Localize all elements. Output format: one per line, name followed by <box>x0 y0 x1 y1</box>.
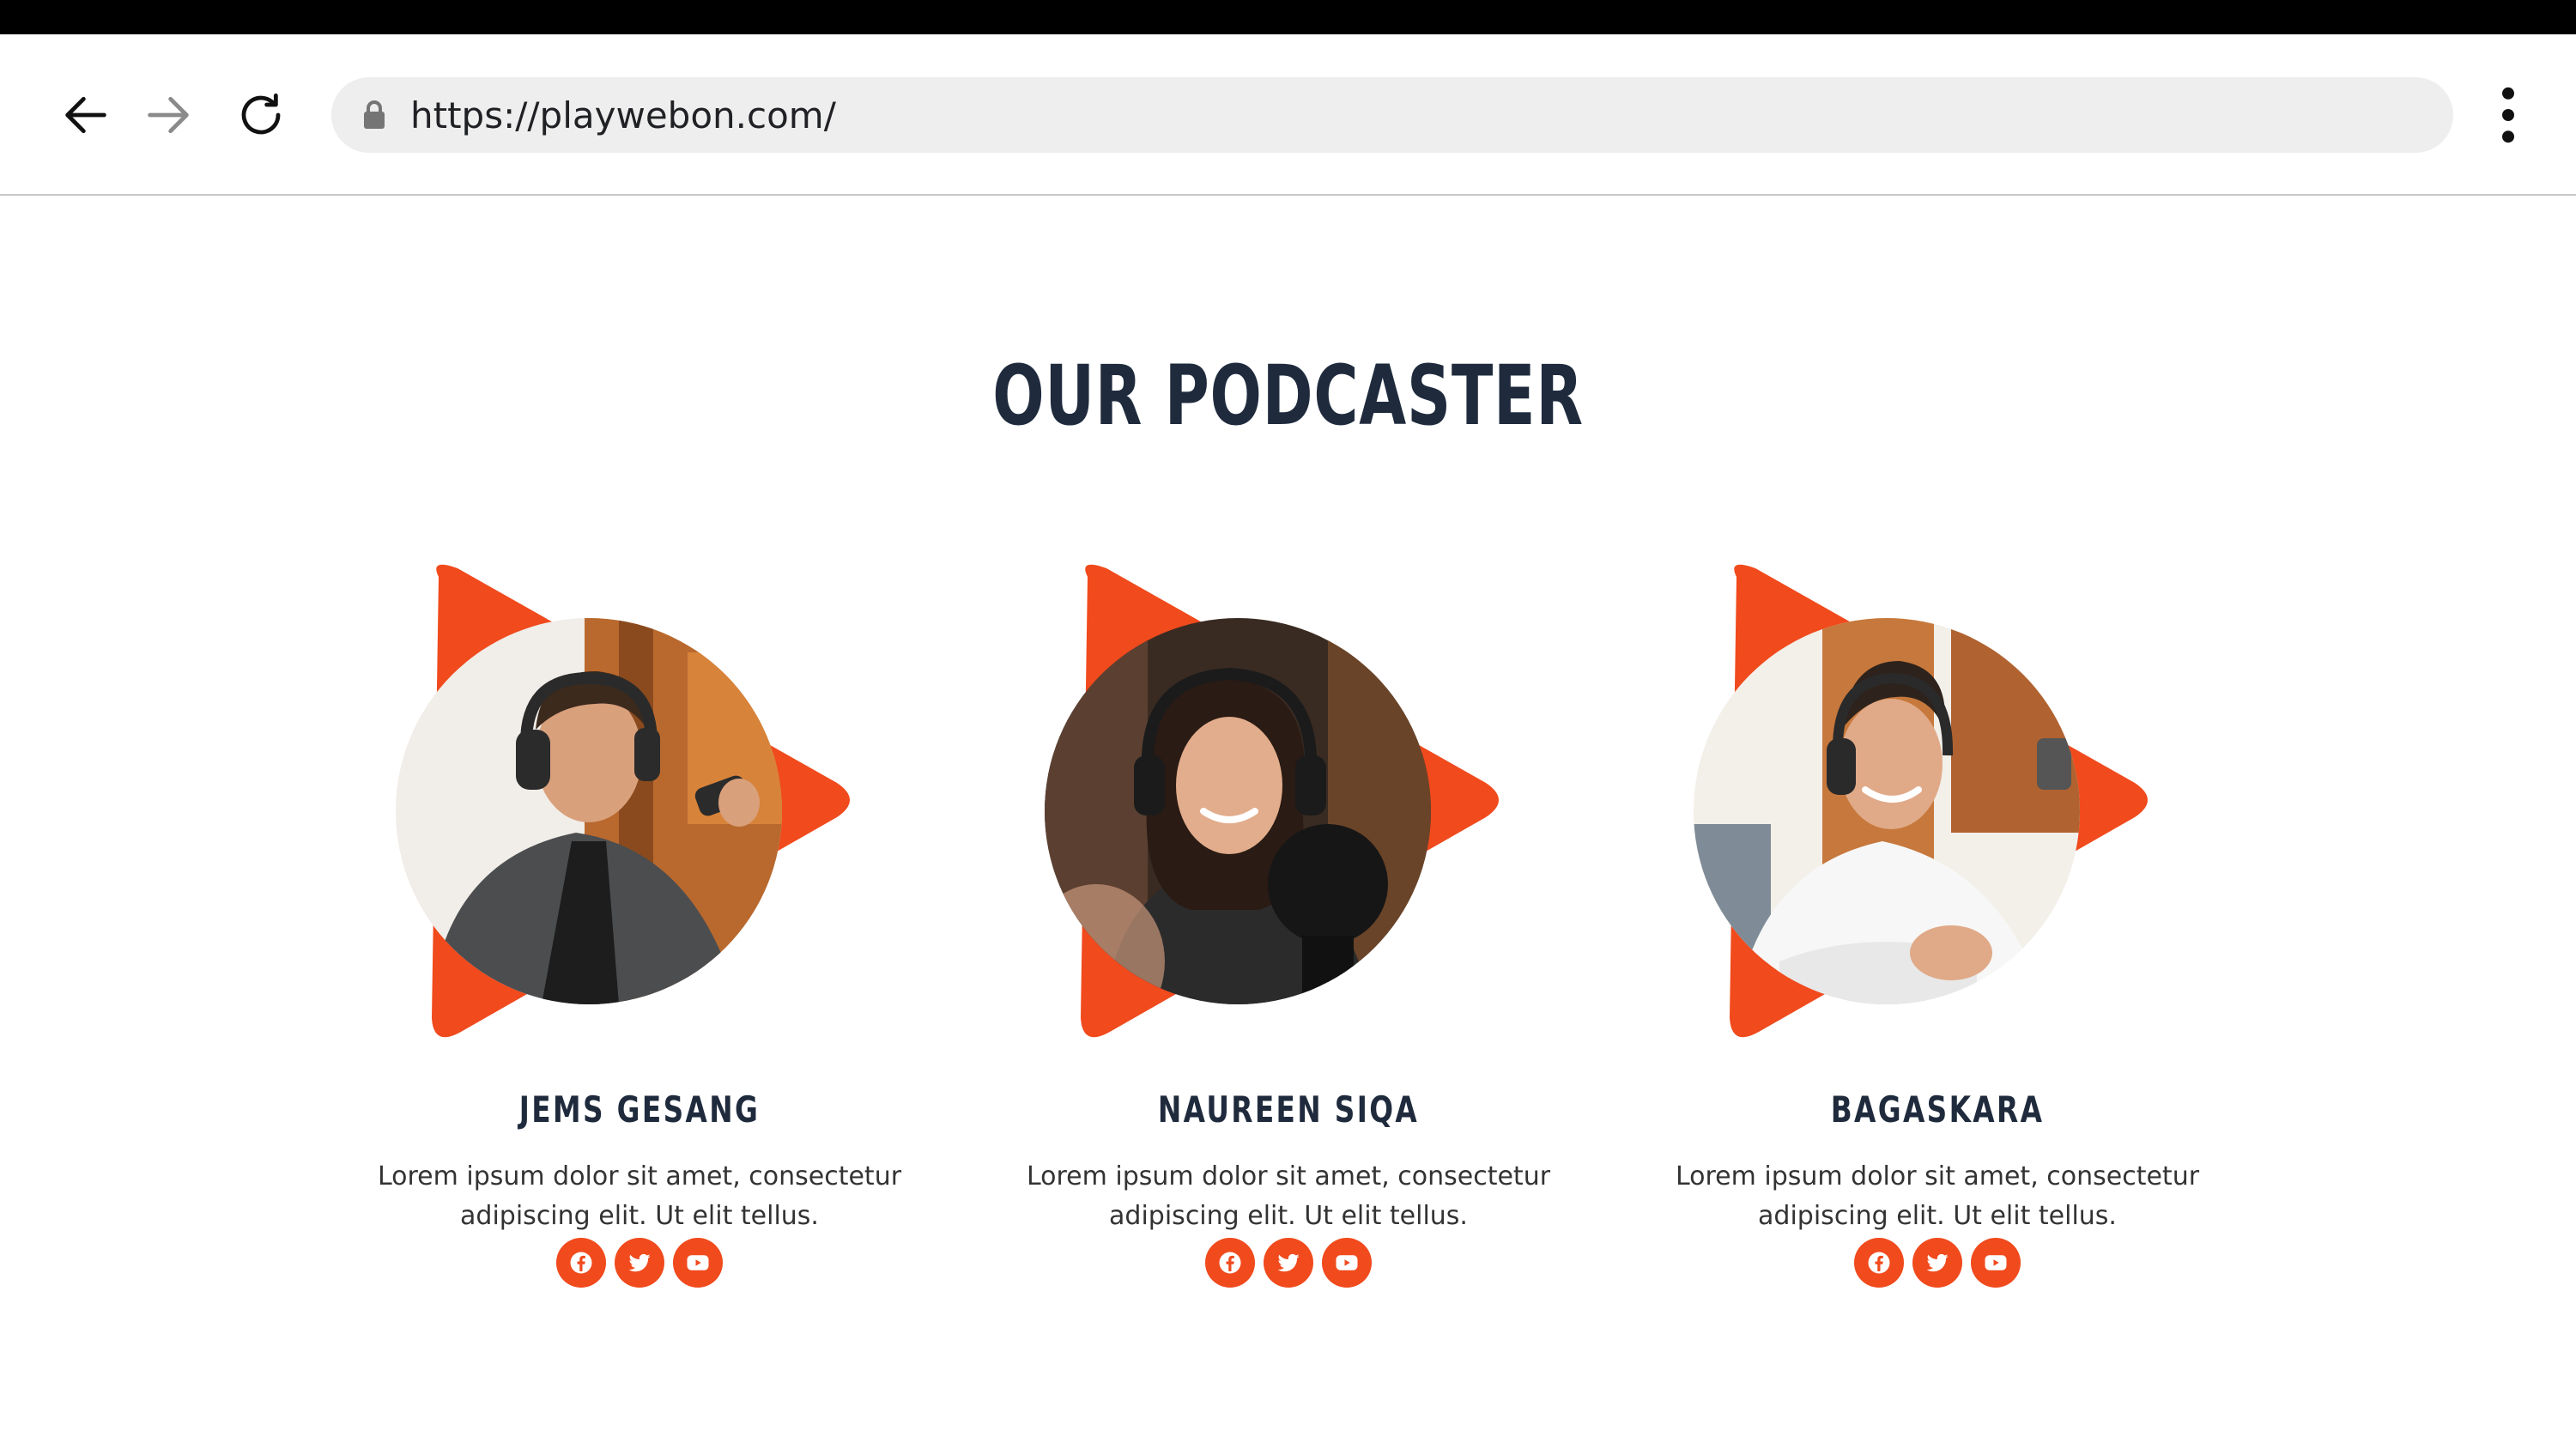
social-links <box>313 1238 966 1288</box>
arrow-left-icon <box>65 96 106 134</box>
youtube-button[interactable] <box>673 1238 723 1288</box>
podcaster-photo <box>1694 618 2080 1004</box>
youtube-icon <box>1985 1255 2007 1270</box>
youtube-button[interactable] <box>1971 1238 2021 1288</box>
facebook-button[interactable] <box>1854 1238 1904 1288</box>
podcaster-bio: Lorem ipsum dolor sit amet, consectetur … <box>1026 1161 1551 1231</box>
twitter-icon <box>1926 1253 1949 1272</box>
system-status-bar <box>0 0 2576 34</box>
social-links <box>1611 1238 2264 1288</box>
twitter-button[interactable] <box>615 1238 664 1288</box>
youtube-icon <box>687 1255 709 1270</box>
facebook-icon <box>1219 1252 1241 1274</box>
podcaster-photo <box>396 618 782 1004</box>
podcaster-card: NAUREEN SIQA Lorem ipsum dolor sit amet,… <box>962 558 1615 1296</box>
browser-menu-button[interactable] <box>2472 79 2544 151</box>
podcaster-bio: Lorem ipsum dolor sit amet, consectetur … <box>1675 1161 2200 1231</box>
podcaster-card: BAGASKARA Lorem ipsum dolor sit amet, co… <box>1611 558 2264 1296</box>
url-text: https://playwebon.com/ <box>410 94 836 136</box>
podcaster-name: BAGASKARA <box>1830 1088 2045 1131</box>
podcaster-avatar <box>1611 558 2264 1039</box>
facebook-icon <box>570 1252 592 1274</box>
podcaster-avatar <box>962 558 1615 1039</box>
twitter-button[interactable] <box>1912 1238 1962 1288</box>
podcaster-photo <box>1045 618 1431 1004</box>
podcaster-bio: Lorem ipsum dolor sit amet, consectetur … <box>377 1161 902 1231</box>
youtube-icon <box>1336 1255 1358 1270</box>
podcaster-card: JEMS GESANG Lorem ipsum dolor sit amet, … <box>313 558 966 1296</box>
youtube-button[interactable] <box>1322 1238 1372 1288</box>
twitter-icon <box>628 1253 651 1272</box>
section-title: OUR PODCASTER <box>992 348 1584 444</box>
address-bar[interactable]: https://playwebon.com/ <box>331 77 2453 153</box>
browser-toolbar: https://playwebon.com/ <box>0 34 2576 196</box>
facebook-button[interactable] <box>556 1238 606 1288</box>
reload-icon <box>241 93 281 135</box>
twitter-icon <box>1277 1253 1300 1272</box>
twitter-button[interactable] <box>1264 1238 1313 1288</box>
facebook-button[interactable] <box>1205 1238 1255 1288</box>
lock-icon <box>364 100 385 129</box>
podcaster-name: NAUREEN SIQA <box>1157 1088 1420 1131</box>
social-links <box>962 1238 1615 1288</box>
more-vertical-icon <box>2502 87 2514 143</box>
arrow-right-icon <box>148 96 189 134</box>
podcaster-avatar <box>313 558 966 1039</box>
facebook-icon <box>1868 1252 1890 1274</box>
podcaster-name: JEMS GESANG <box>518 1088 761 1131</box>
forward-button[interactable] <box>132 79 204 151</box>
back-button[interactable] <box>50 79 122 151</box>
reload-button[interactable] <box>225 79 297 151</box>
